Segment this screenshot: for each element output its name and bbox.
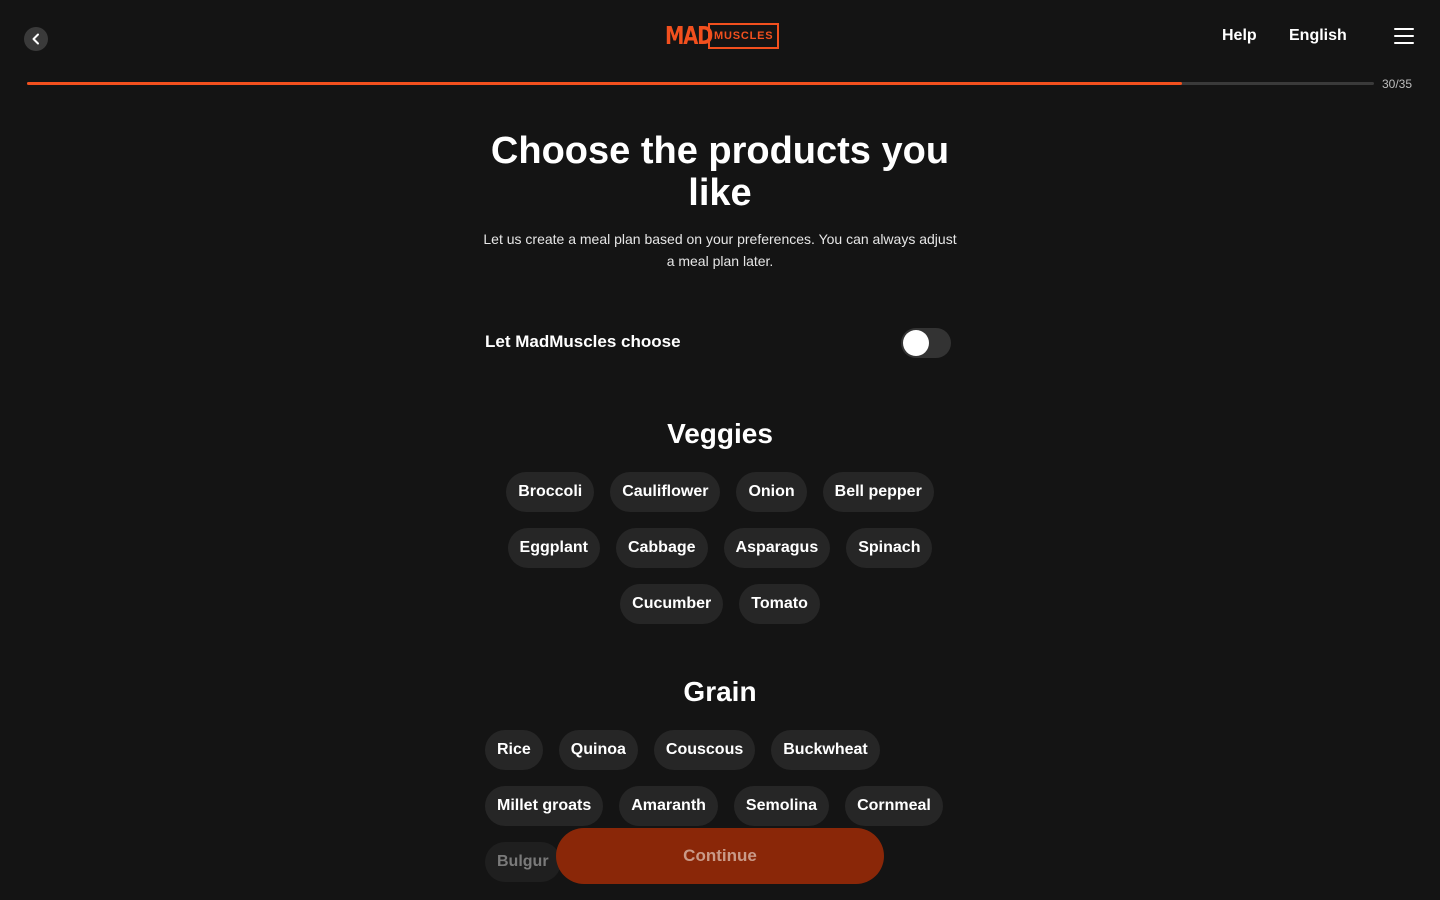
chip-couscous[interactable]: Couscous bbox=[653, 730, 756, 770]
chip-onion[interactable]: Onion bbox=[736, 472, 807, 512]
hamburger-menu-icon[interactable] bbox=[1394, 28, 1414, 44]
quiz-page: MAD MUSCLES Help English 30/35 Choose th… bbox=[0, 0, 1440, 900]
grain-row-1: Rice Quinoa Couscous Buckwheat bbox=[485, 730, 965, 770]
chip-quinoa[interactable]: Quinoa bbox=[558, 730, 638, 770]
page-subtitle: Let us create a meal plan based on your … bbox=[483, 231, 957, 269]
progress-bar-fill bbox=[27, 82, 1182, 85]
madmuscles-logo: MAD MUSCLES bbox=[665, 21, 780, 50]
chip-asparagus[interactable]: Asparagus bbox=[723, 528, 831, 568]
veggies-section-title: Veggies bbox=[667, 418, 773, 449]
chip-cornmeal[interactable]: Cornmeal bbox=[845, 786, 943, 826]
veggies-row-2: Eggplant Cabbage Asparagus Spinach bbox=[470, 528, 970, 568]
grain-row-2: Millet groats Amaranth Semolina Cornmeal bbox=[485, 786, 965, 826]
chip-cabbage[interactable]: Cabbage bbox=[615, 528, 708, 568]
help-link[interactable]: Help bbox=[1222, 26, 1257, 46]
chip-bell-pepper[interactable]: Bell pepper bbox=[822, 472, 934, 512]
back-button[interactable] bbox=[24, 27, 48, 51]
veggies-row-1: Broccoli Cauliflower Onion Bell pepper bbox=[470, 472, 970, 512]
logo-mad-text: MAD bbox=[665, 21, 713, 50]
progress-bar bbox=[27, 82, 1374, 85]
chip-eggplant[interactable]: Eggplant bbox=[507, 528, 600, 568]
chip-spinach[interactable]: Spinach bbox=[846, 528, 933, 568]
chip-rice[interactable]: Rice bbox=[485, 730, 543, 770]
chip-cucumber[interactable]: Cucumber bbox=[620, 584, 724, 624]
auto-choose-toggle[interactable] bbox=[901, 328, 951, 358]
progress-counter: 30/35 bbox=[1382, 77, 1413, 91]
chip-buckwheat[interactable]: Buckwheat bbox=[771, 730, 880, 770]
chip-tomato[interactable]: Tomato bbox=[739, 584, 820, 624]
chip-semolina[interactable]: Semolina bbox=[733, 786, 830, 826]
toggle-knob bbox=[903, 330, 929, 356]
chevron-left-icon bbox=[32, 33, 39, 45]
chip-bulgur[interactable]: Bulgur bbox=[485, 842, 561, 882]
page-title: Choose the products you like bbox=[490, 130, 950, 214]
logo-muscles-text: MUSCLES bbox=[708, 23, 780, 49]
chip-millet-groats[interactable]: Millet groats bbox=[485, 786, 604, 826]
continue-button[interactable]: Continue bbox=[556, 828, 884, 884]
grain-section-title: Grain bbox=[683, 676, 757, 707]
chip-broccoli[interactable]: Broccoli bbox=[506, 472, 595, 512]
language-selector[interactable]: English bbox=[1289, 26, 1347, 46]
auto-choose-label: Let MadMuscles choose bbox=[485, 332, 681, 351]
veggies-row-3: Cucumber Tomato bbox=[470, 584, 970, 624]
chip-amaranth[interactable]: Amaranth bbox=[619, 786, 718, 826]
chip-cauliflower[interactable]: Cauliflower bbox=[610, 472, 721, 512]
